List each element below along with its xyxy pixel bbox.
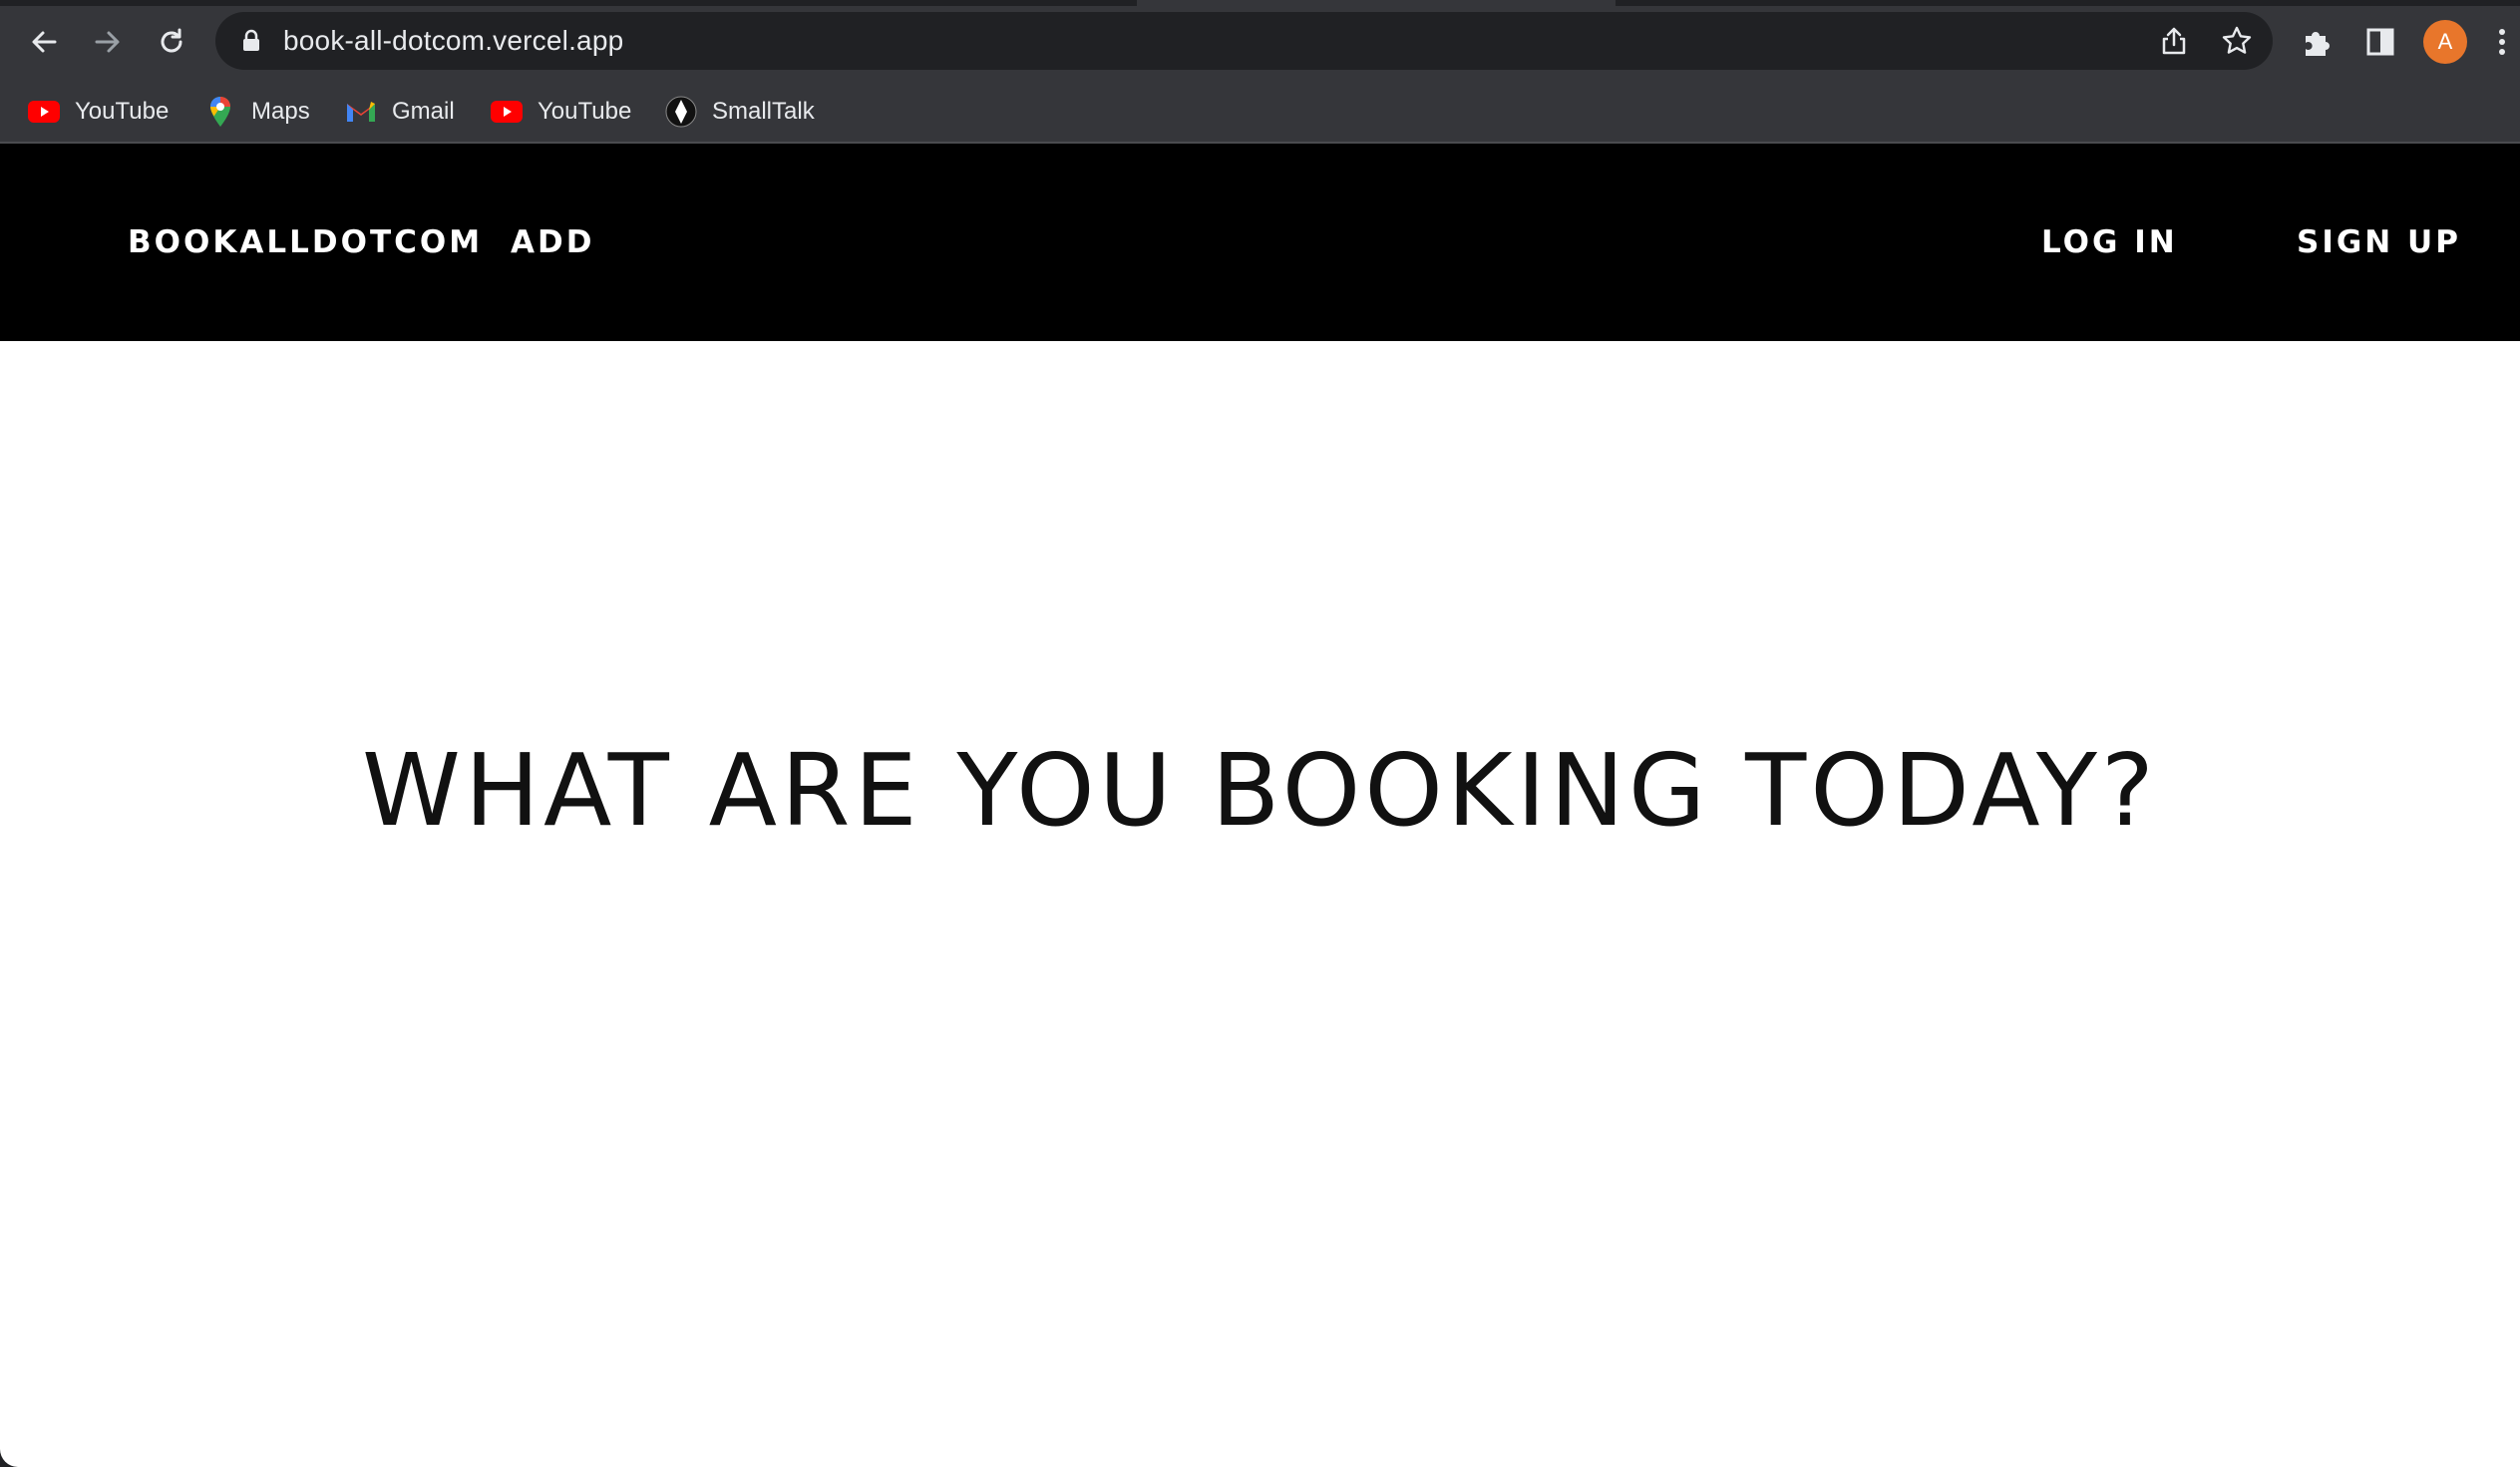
bookmark-youtube-2[interactable]: YouTube <box>490 81 631 142</box>
login-link[interactable]: LOG IN <box>2041 144 2178 341</box>
smalltalk-icon <box>664 95 698 129</box>
reload-icon <box>161 28 182 53</box>
youtube-icon <box>490 95 524 129</box>
side-panel-button[interactable] <box>2358 20 2402 64</box>
browser-toolbar: book-all-dotcom.vercel.app A <box>0 0 2520 81</box>
address-bar[interactable]: book-all-dotcom.vercel.app <box>215 12 2273 70</box>
url-text[interactable]: book-all-dotcom.vercel.app <box>283 12 623 70</box>
lock-icon[interactable] <box>241 29 261 53</box>
maps-pin-icon <box>203 95 237 129</box>
bookmark-gmail[interactable]: Gmail <box>344 81 455 142</box>
youtube-icon <box>27 95 61 129</box>
web-page: BOOKALLDOTCOM ADD LOG IN SIGN UP WHAT AR… <box>0 144 2520 1467</box>
share-icon <box>2162 27 2186 55</box>
bookmark-maps[interactable]: Maps <box>203 81 310 142</box>
arrow-left-icon <box>32 31 57 53</box>
tab-strip-edge <box>0 0 1137 6</box>
extensions-button[interactable] <box>2294 20 2338 64</box>
bookmark-label: Maps <box>251 97 310 125</box>
star-icon <box>2222 26 2252 54</box>
bookmark-smalltalk[interactable]: SmallTalk <box>664 81 815 142</box>
bookmark-youtube[interactable]: YouTube <box>27 81 169 142</box>
kebab-menu-icon <box>2499 29 2505 55</box>
forward-button[interactable] <box>80 14 136 70</box>
side-panel-icon <box>2366 28 2394 56</box>
bookmark-label: YouTube <box>538 97 632 125</box>
gmail-icon <box>344 95 378 129</box>
bookmarks-bar: YouTube Maps Gmail YouTube SmallTalk <box>0 81 2520 144</box>
brand-link[interactable]: BOOKALLDOTCOM <box>128 144 483 341</box>
signup-link[interactable]: SIGN UP <box>2297 144 2461 341</box>
browser-menu-button[interactable] <box>2487 20 2517 64</box>
share-button[interactable] <box>2157 24 2191 58</box>
add-link[interactable]: ADD <box>511 144 594 341</box>
browser-window: book-all-dotcom.vercel.app A YouTube Map… <box>0 0 2520 1467</box>
site-navbar: BOOKALLDOTCOM ADD LOG IN SIGN UP <box>0 144 2520 341</box>
hero-title: WHAT ARE YOU BOOKING TODAY? <box>361 732 2159 849</box>
reload-button[interactable] <box>144 14 199 70</box>
back-button[interactable] <box>16 14 72 70</box>
profile-avatar[interactable]: A <box>2423 20 2467 64</box>
bookmark-label: SmallTalk <box>712 97 815 125</box>
bookmark-star-button[interactable] <box>2220 24 2254 58</box>
arrow-right-icon <box>95 31 120 53</box>
bookmark-label: YouTube <box>75 97 170 125</box>
puzzle-icon <box>2306 32 2330 56</box>
tab-strip-edge <box>1616 0 2520 6</box>
bookmark-label: Gmail <box>392 97 455 125</box>
